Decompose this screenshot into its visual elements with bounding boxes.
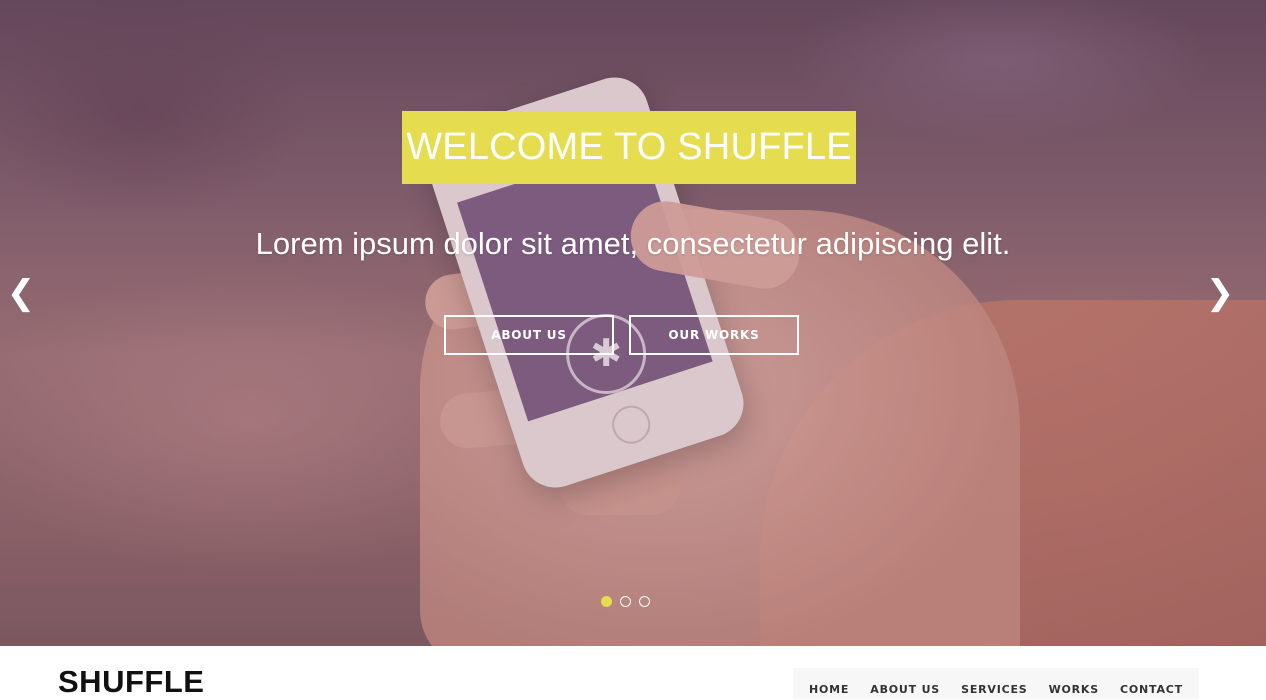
our-works-button[interactable]: OUR WORKS	[629, 315, 799, 355]
site-header: SHUFFLE HOME ABOUT US SERVICES WORKS CON…	[0, 646, 1266, 699]
about-us-button[interactable]: ABOUT US	[444, 315, 614, 355]
slider-pagination	[601, 596, 650, 608]
nav-item-contact[interactable]: CONTACT	[1120, 683, 1183, 697]
nav-item-home[interactable]: HOME	[809, 683, 849, 697]
nav-item-services[interactable]: SERVICES	[961, 683, 1027, 697]
slider-dot-3[interactable]	[639, 596, 650, 607]
hero-tagline: Lorem ipsum dolor sit amet, consectetur …	[255, 226, 1011, 261]
hero-slider: ✱ WELCOME TO SHUFFLE Lorem ipsum dolor s…	[0, 0, 1266, 646]
hero-content: WELCOME TO SHUFFLE Lorem ipsum dolor sit…	[0, 0, 1266, 646]
slider-dot-2[interactable]	[620, 596, 631, 607]
hero-title: WELCOME TO SHUFFLE	[402, 111, 856, 184]
chevron-left-icon[interactable]: ❮	[6, 276, 36, 310]
main-nav: HOME ABOUT US SERVICES WORKS CONTACT	[793, 668, 1199, 699]
nav-item-works[interactable]: WORKS	[1049, 683, 1099, 697]
slider-dot-1[interactable]	[601, 596, 612, 607]
brand-logo[interactable]: SHUFFLE	[58, 664, 204, 700]
nav-item-about-us[interactable]: ABOUT US	[870, 683, 940, 697]
chevron-right-icon[interactable]: ❯	[1205, 276, 1235, 310]
